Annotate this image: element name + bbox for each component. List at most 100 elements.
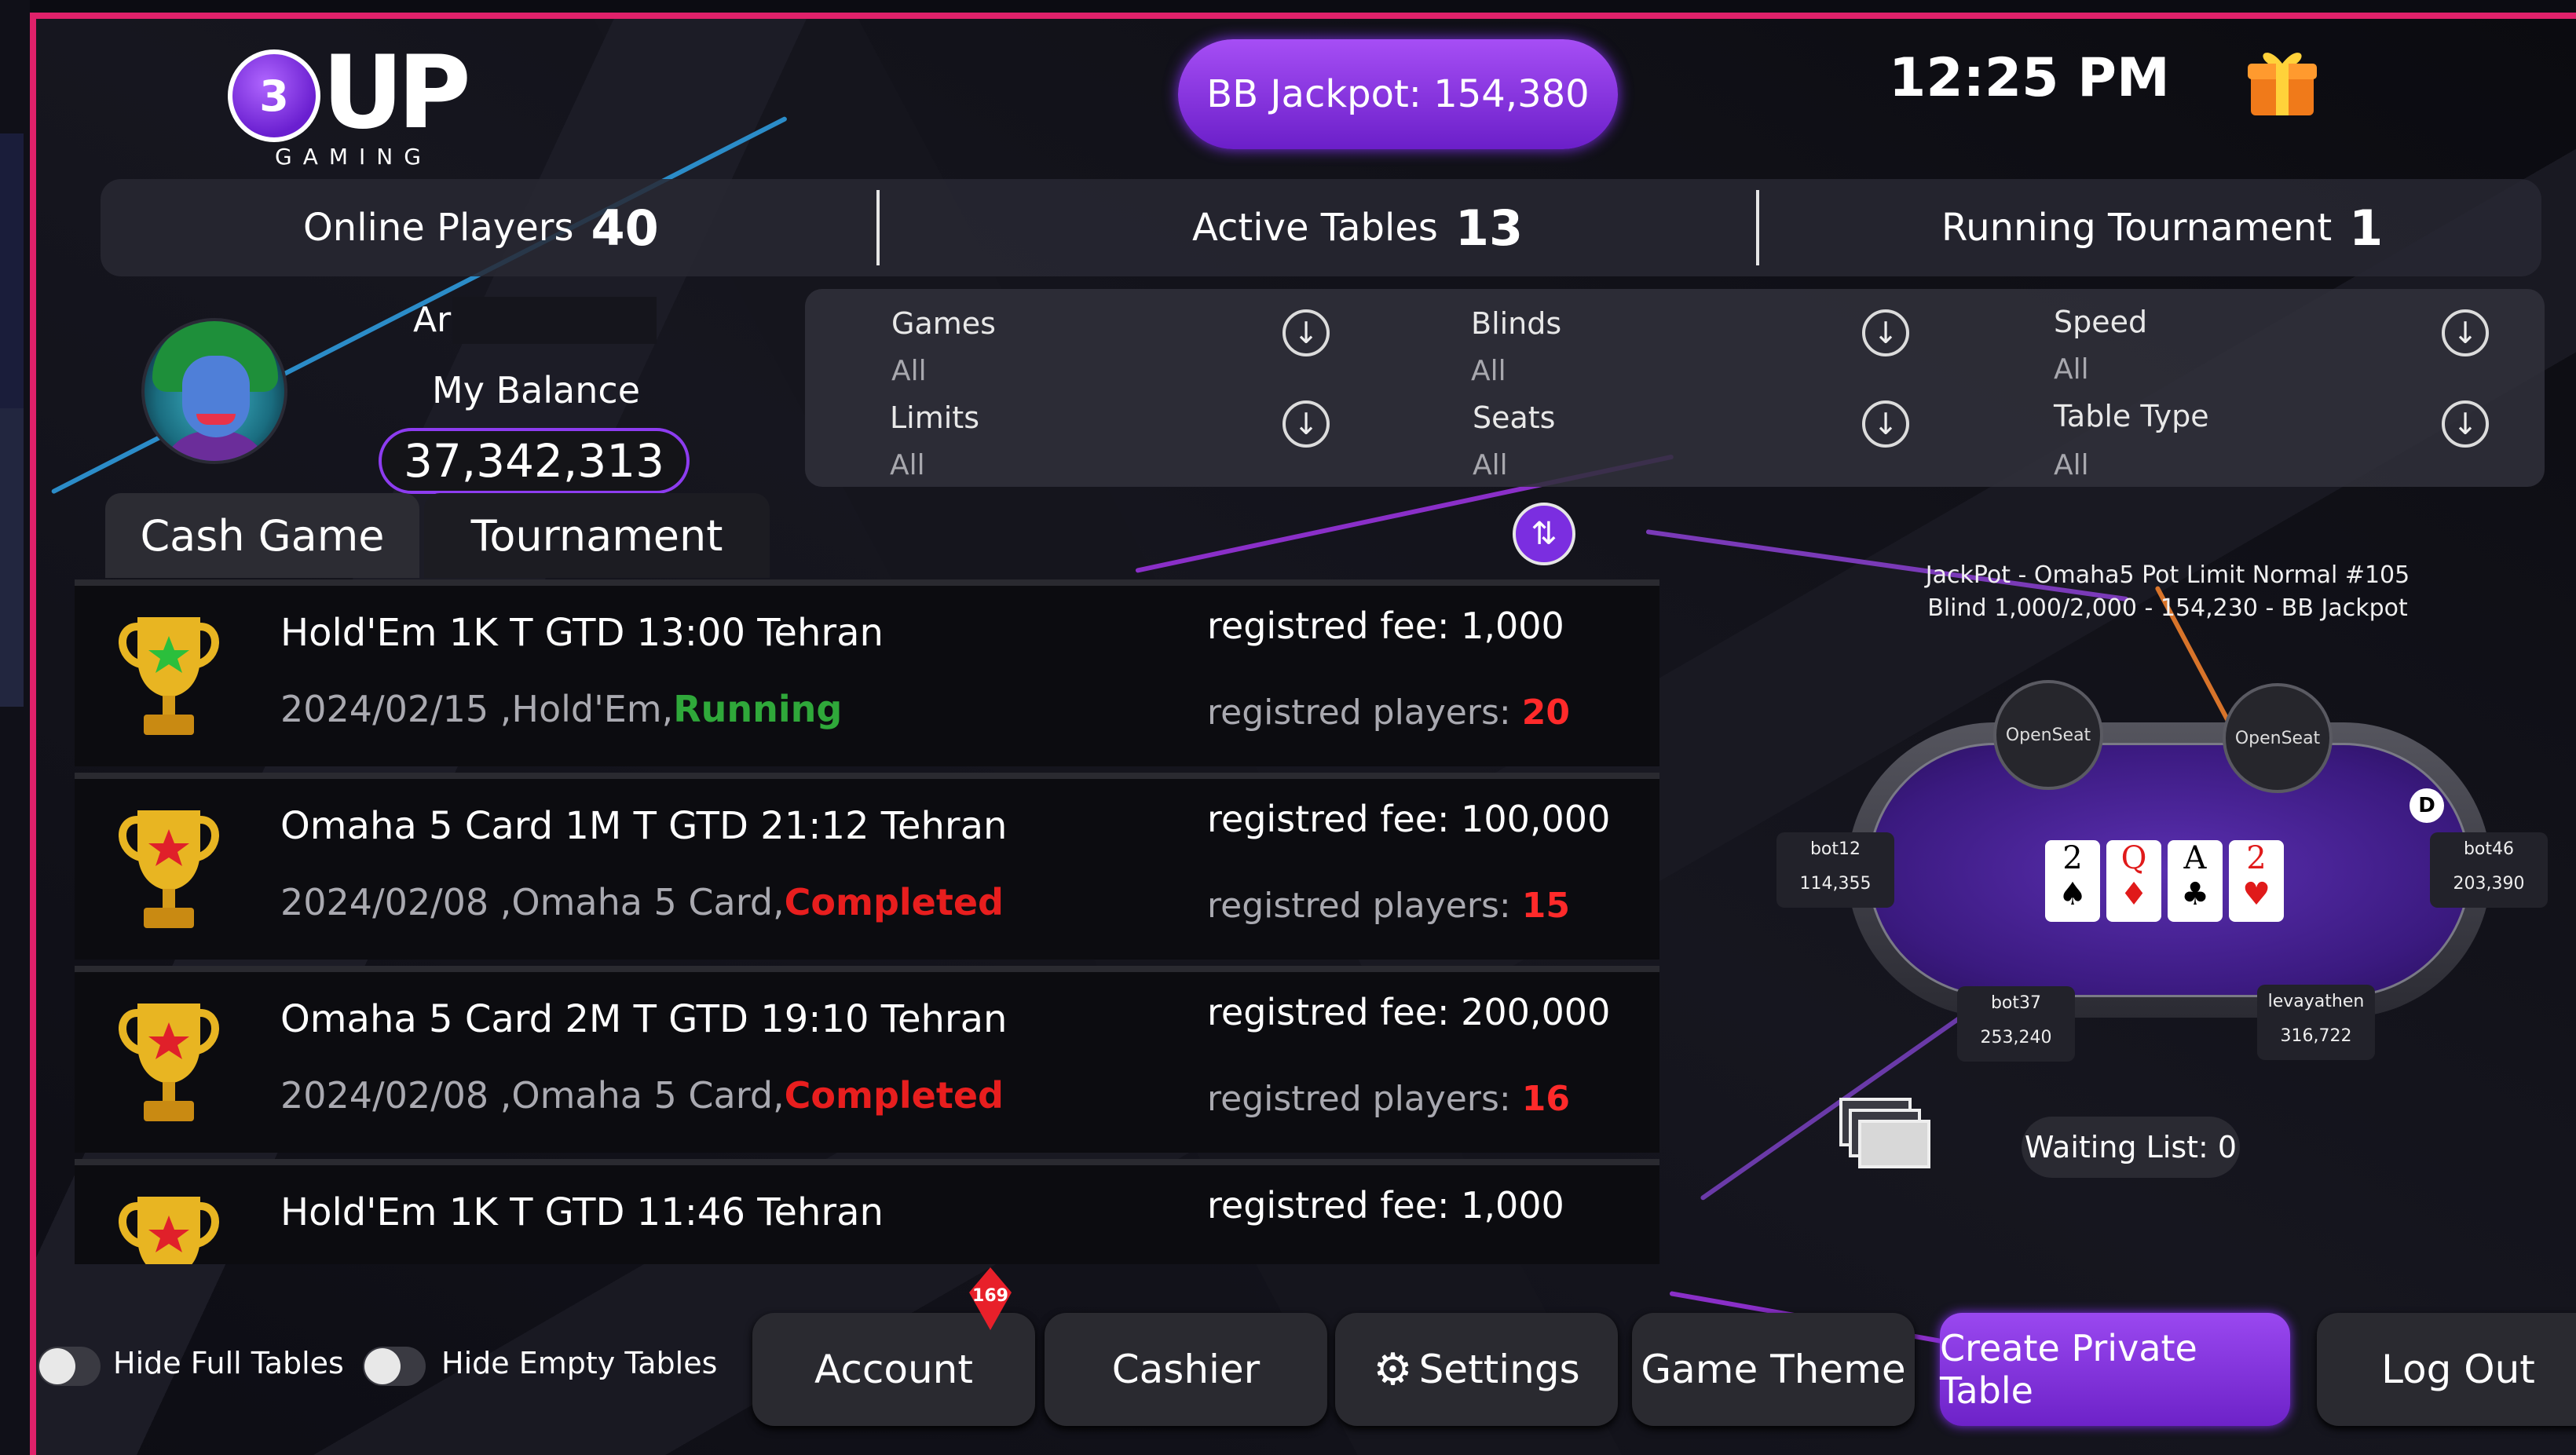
- filters-panel: Games All ↓ Blinds All ↓ Speed All ↓ Lim…: [805, 289, 2545, 487]
- players-count: 16: [1521, 1079, 1570, 1119]
- filter-limits-value: All: [890, 449, 925, 481]
- create-private-table-label: Create Private Table: [1940, 1327, 2197, 1412]
- open-seat[interactable]: OpenSeat: [2223, 683, 2333, 793]
- players-count: 20: [1521, 693, 1570, 733]
- tournament-players: registred players: 15: [1207, 886, 1570, 926]
- divider: [1756, 190, 1759, 265]
- filter-limits-label: Limits: [890, 400, 979, 435]
- players-label: registred players:: [1207, 1079, 1511, 1119]
- filter-blinds-value: All: [1471, 355, 1506, 387]
- community-card: 2 ♥: [2229, 840, 2284, 922]
- tournament-fee: registred fee: 200,000: [1207, 991, 1611, 1033]
- balance-label: My Balance: [432, 369, 640, 411]
- open-seat-label: OpenSeat: [2005, 725, 2091, 745]
- logo-chip: 3: [228, 49, 320, 142]
- left-strip: [0, 0, 30, 1455]
- arrow-down-icon[interactable]: ↓: [1283, 400, 1330, 448]
- arrow-down-icon[interactable]: ↓: [1862, 309, 1909, 356]
- settings-label: Settings: [1418, 1347, 1580, 1392]
- trophy-icon: [119, 1197, 219, 1264]
- player-name: bot46: [2463, 839, 2515, 859]
- list-item[interactable]: Omaha 5 Card 1M T GTD 21:12 Tehran 2024/…: [75, 773, 1659, 960]
- notification-count: 169: [972, 1286, 1008, 1306]
- filter-games-label: Games: [891, 306, 996, 341]
- cashier-button[interactable]: Cashier: [1045, 1313, 1327, 1426]
- players-label: registred players:: [1207, 886, 1511, 926]
- tab-cash-game[interactable]: Cash Game: [105, 493, 419, 578]
- trophy-icon: [119, 810, 219, 928]
- player-chips: 203,390: [2453, 874, 2525, 894]
- tournament-title: Hold'Em 1K T GTD 13:00 Tehran: [280, 611, 884, 655]
- tournament-fee: registred fee: 1,000: [1207, 605, 1564, 647]
- stat-value: 13: [1454, 199, 1524, 257]
- tournament-title: Hold'Em 1K T GTD 11:46 Tehran: [280, 1190, 884, 1234]
- community-card: A ♣: [2168, 840, 2223, 922]
- player-chips: 114,355: [1799, 874, 1872, 894]
- divider: [876, 190, 880, 265]
- hide-empty-tables-label: Hide Empty Tables: [441, 1346, 718, 1380]
- preview-line-1: JackPot - Omaha5 Pot Limit Normal #105: [1925, 561, 2410, 589]
- tournament-list: Hold'Em 1K T GTD 13:00 Tehran 2024/02/15…: [75, 579, 1659, 1264]
- player-name: bot37: [1990, 993, 2042, 1013]
- player-name: levayathen: [2267, 992, 2365, 1011]
- player-box: bot37 253,240: [1957, 986, 2075, 1062]
- tournament-status: Running: [673, 688, 843, 730]
- community-card: Q ♦: [2106, 840, 2161, 922]
- filter-table-type-label: Table Type: [2054, 399, 2209, 433]
- arrow-down-icon[interactable]: ↓: [2442, 309, 2489, 356]
- logo-text: UP: [322, 35, 471, 152]
- card-suit: ♦: [2120, 876, 2148, 912]
- logout-button[interactable]: Log Out: [2317, 1313, 2576, 1426]
- tournament-fee: registred fee: 1,000: [1207, 1184, 1564, 1227]
- gear-icon: ⚙: [1373, 1343, 1413, 1395]
- player-chips: 316,722: [2280, 1026, 2352, 1046]
- player-box: levayathen 316,722: [2257, 985, 2375, 1060]
- card-suit: ♥: [2242, 876, 2270, 912]
- avatar[interactable]: [141, 318, 287, 464]
- game-theme-button[interactable]: Game Theme: [1632, 1313, 1915, 1426]
- trophy-icon: [119, 617, 219, 735]
- hide-full-tables-label: Hide Full Tables: [113, 1346, 344, 1380]
- player-box: bot46 203,390: [2430, 832, 2548, 908]
- jackpot-banner[interactable]: BB Jackpot: 154,380: [1178, 39, 1618, 149]
- stat-label: Active Tables: [1192, 206, 1438, 250]
- hide-empty-tables-toggle[interactable]: [363, 1347, 426, 1386]
- logo-subtitle: GAMING: [275, 144, 432, 170]
- create-private-table-button[interactable]: Create Private Table: [1940, 1313, 2290, 1426]
- gift-icon[interactable]: [2245, 43, 2320, 119]
- arrow-down-icon[interactable]: ↓: [1862, 400, 1909, 448]
- list-item[interactable]: Hold'Em 1K T GTD 11:46 Tehran registred …: [75, 1159, 1659, 1264]
- filter-speed-label: Speed: [2054, 305, 2148, 339]
- username: Ar: [413, 297, 657, 344]
- tab-tournament[interactable]: Tournament: [424, 493, 770, 578]
- stat-value: 1: [2349, 199, 2384, 257]
- game-theme-label: Game Theme: [1641, 1347, 1906, 1392]
- arrow-down-icon[interactable]: ↓: [1283, 309, 1330, 356]
- stat-value: 40: [591, 199, 659, 257]
- tables-stack-icon[interactable]: [1838, 1096, 1932, 1175]
- stat-label: Running Tournament: [1941, 206, 2333, 250]
- list-item[interactable]: Omaha 5 Card 2M T GTD 19:10 Tehran 2024/…: [75, 966, 1659, 1153]
- open-seat[interactable]: OpenSeat: [1993, 680, 2103, 790]
- tournament-title: Omaha 5 Card 2M T GTD 19:10 Tehran: [280, 997, 1008, 1041]
- card-suit: ♣: [2181, 876, 2209, 912]
- table-preview-title: JackPot - Omaha5 Pot Limit Normal #105 B…: [1869, 559, 2466, 625]
- filter-seats-value: All: [1473, 449, 1508, 481]
- settings-button[interactable]: ⚙ Settings: [1335, 1313, 1618, 1426]
- sort-icon[interactable]: ⇅: [1513, 503, 1575, 565]
- balance-pill: 37,342,313: [379, 428, 690, 494]
- arrow-down-icon[interactable]: ↓: [2442, 400, 2489, 448]
- tournament-date: 2024/02/15 ,Hold'Em,: [280, 688, 674, 730]
- stat-running-tournament: Running Tournament 1: [1941, 179, 2383, 276]
- strip-block: [0, 133, 24, 416]
- list-item[interactable]: Hold'Em 1K T GTD 13:00 Tehran 2024/02/15…: [75, 579, 1659, 766]
- players-label: registred players:: [1207, 693, 1511, 733]
- brand-logo: 3 UP GAMING: [228, 43, 471, 173]
- trophy-icon: [119, 1004, 219, 1121]
- player-box: bot12 114,355: [1776, 832, 1894, 908]
- avatar-face: [182, 356, 250, 437]
- card-rank: 2: [2062, 840, 2083, 876]
- hide-full-tables-toggle[interactable]: [38, 1347, 101, 1386]
- card-suit: ♠: [2058, 876, 2087, 912]
- balance-value: 37,342,313: [403, 434, 665, 488]
